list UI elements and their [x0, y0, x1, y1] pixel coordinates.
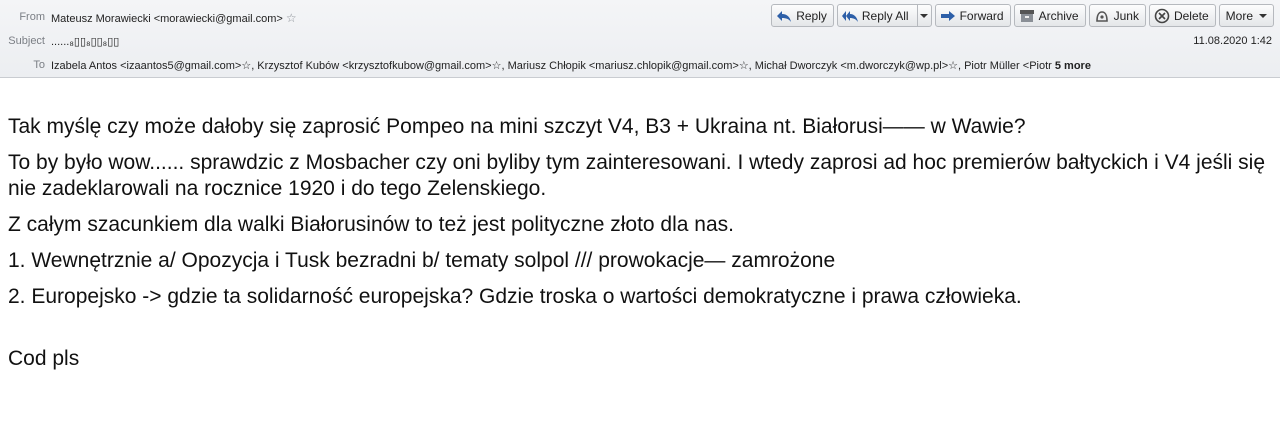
forward-label: Forward [959, 8, 1004, 23]
reply-button[interactable]: Reply [771, 4, 834, 27]
body-paragraph: 1. Wewnętrznie a/ Opozycja i Tusk bezrad… [8, 249, 836, 272]
reply-all-label: Reply All [861, 8, 909, 23]
message-date: 11.08.2020 1:42 [1193, 35, 1272, 47]
archive-button[interactable]: Archive [1013, 4, 1086, 27]
subject-value: ......₈▯▯₈▯▯₈▯▯ [51, 36, 120, 48]
reply-icon [777, 10, 792, 22]
subject-label: Subject [8, 35, 45, 47]
forward-button[interactable]: Forward [934, 4, 1011, 27]
reply-all-icon [841, 10, 858, 22]
forward-icon [940, 10, 955, 21]
delete-button[interactable]: Delete [1148, 4, 1216, 27]
from-value[interactable]: Mateusz Morawiecki <morawiecki@gmail.com… [51, 11, 297, 25]
reply-all-dropdown[interactable] [916, 5, 931, 26]
archive-label: Archive [1038, 8, 1079, 23]
chevron-down-icon [920, 13, 929, 18]
message-header: From Mateusz Morawiecki <morawiecki@gmai… [0, 0, 1280, 78]
junk-label: Junk [1113, 8, 1139, 23]
more-label: More [1225, 8, 1253, 23]
body-paragraph: To by było wow...... sprawdzic z Mosbach… [8, 151, 1266, 200]
to-label: To [33, 59, 45, 71]
body-paragraph: Z całym szacunkiem dla walki Białorusinó… [8, 213, 734, 236]
to-recipients[interactable]: Izabela Antos <izaantos5@gmail.com>☆, Kr… [51, 60, 1052, 72]
archive-icon [1019, 9, 1034, 22]
body-paragraph: Cod pls [8, 347, 80, 370]
from-address[interactable]: Mateusz Morawiecki <morawiecki@gmail.com… [51, 13, 283, 25]
chevron-down-icon [1259, 13, 1267, 18]
junk-button[interactable]: Junk [1088, 4, 1146, 27]
to-value[interactable]: Izabela Antos <izaantos5@gmail.com>☆, Kr… [51, 59, 1091, 72]
from-label: From [19, 11, 45, 23]
message-body: Tak myślę czy może dałoby się zaprosić P… [8, 114, 1272, 382]
reply-all-button[interactable]: Reply All [836, 4, 932, 27]
body-paragraph: Tak myślę czy może dałoby się zaprosić P… [8, 115, 1026, 138]
star-icon[interactable]: ☆ [286, 11, 297, 25]
body-paragraph: 2. Europejsko -> gdzie ta solidarność eu… [8, 285, 1022, 308]
more-recipients-link[interactable]: 5 more [1055, 60, 1091, 72]
delete-icon [1154, 8, 1170, 23]
delete-label: Delete [1173, 8, 1209, 23]
more-button[interactable]: More [1218, 4, 1274, 27]
reply-label: Reply [796, 8, 827, 23]
junk-icon [1095, 10, 1108, 22]
message-toolbar: Reply Reply All Forward Archive Junk Del… [771, 4, 1274, 27]
